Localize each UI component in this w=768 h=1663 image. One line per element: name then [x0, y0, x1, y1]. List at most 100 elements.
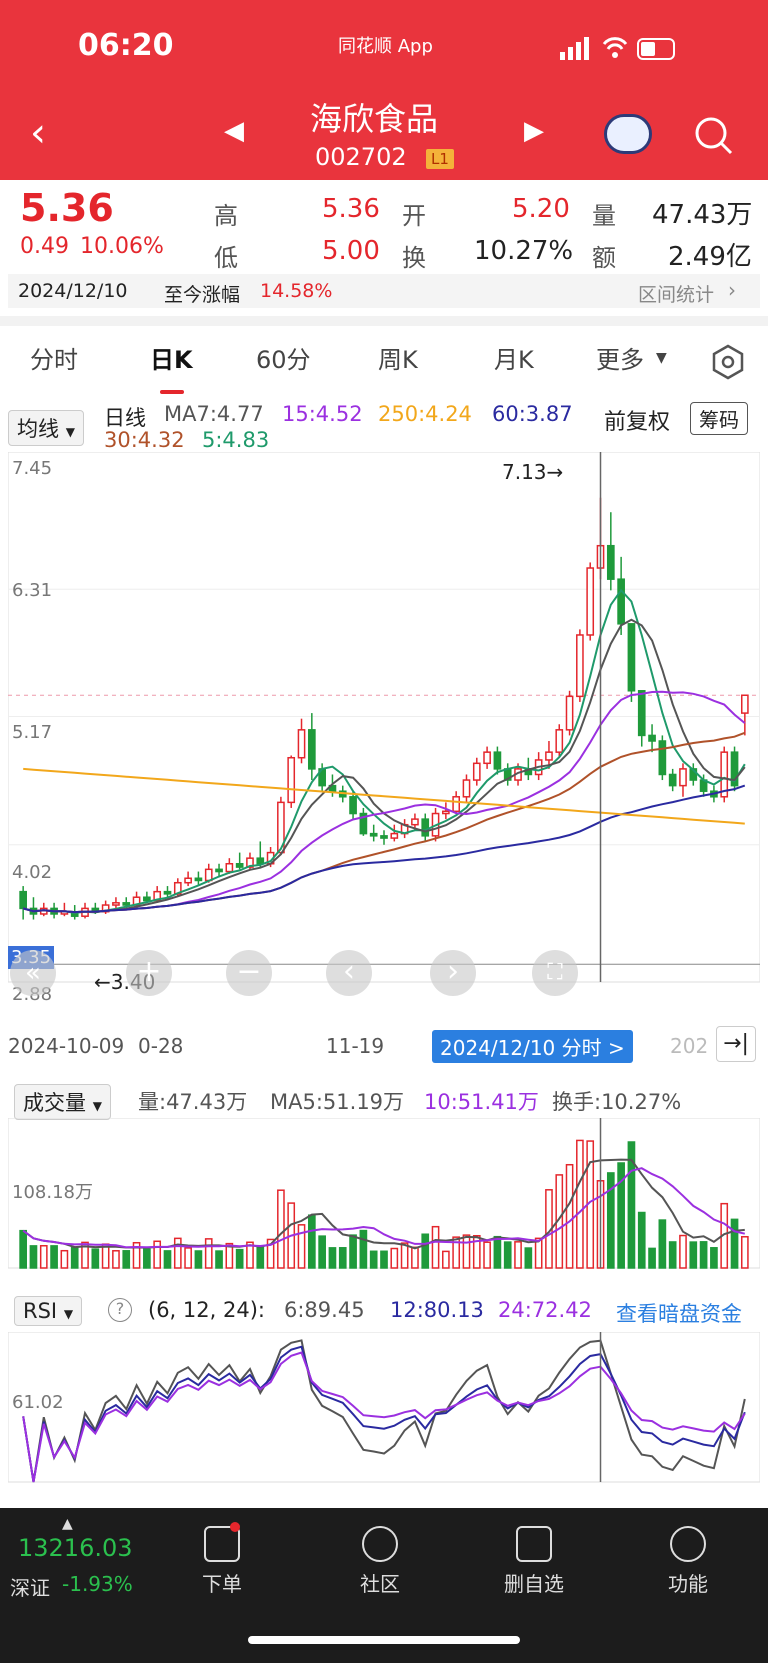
price-change-pct: 10.06%: [80, 234, 164, 259]
kline-chart[interactable]: [8, 452, 760, 1022]
fullscreen-button[interactable]: ⛶: [532, 950, 578, 996]
rsi-selector-label: RSI: [23, 1299, 58, 1323]
nav-community[interactable]: 社区: [340, 1526, 420, 1597]
robot-assistant-icon[interactable]: [604, 114, 652, 154]
turnover-label: 换: [402, 244, 426, 272]
candle-body: [235, 863, 244, 868]
candle-body: [297, 729, 306, 759]
candle-body: [194, 877, 203, 882]
date-pill[interactable]: 2024/12/10 分时 >: [432, 1030, 633, 1063]
volume-bar: [648, 1247, 656, 1269]
chip-button[interactable]: 筹码: [690, 402, 748, 435]
nav-order[interactable]: 下单: [182, 1526, 262, 1597]
rsi-axis-label: 61.02: [12, 1392, 64, 1413]
candle-body: [545, 751, 553, 761]
tab-monthly[interactable]: 月K: [494, 340, 534, 375]
next-button[interactable]: ›: [430, 950, 476, 996]
high-marker: 7.13→: [502, 460, 564, 484]
help-icon[interactable]: ?: [108, 1298, 132, 1322]
price-tick-1: 6.31: [12, 580, 53, 601]
quote-date: 2024/12/10: [18, 280, 128, 302]
chevron-right-icon: ›: [728, 278, 736, 302]
volume-bar: [50, 1245, 58, 1269]
ma250-label: 250:4.24: [378, 402, 472, 426]
ma250-line: [23, 767, 745, 825]
ma15-label: 15:4.52: [282, 402, 363, 426]
candle-body: [442, 810, 450, 815]
candle-body: [462, 779, 471, 798]
tab-more[interactable]: 更多: [596, 340, 644, 375]
tab-60min[interactable]: 60分: [256, 340, 311, 375]
candle-body: [606, 544, 615, 580]
tab-daily[interactable]: 日K: [150, 340, 193, 375]
volume-bar: [514, 1241, 522, 1269]
volume-bar: [710, 1247, 718, 1269]
volume-bar: [307, 1214, 316, 1269]
back-icon[interactable]: ‹: [30, 110, 46, 156]
tab-intraday[interactable]: 分时: [30, 340, 78, 375]
next-stock-icon[interactable]: ▶: [524, 116, 544, 146]
turnover-rate-label: 换手:10.27%: [552, 1090, 682, 1114]
candle-body: [637, 690, 646, 737]
rsi-selector[interactable]: RSI ▼: [14, 1296, 83, 1326]
volume-bar: [359, 1229, 368, 1269]
volume-chart[interactable]: [8, 1118, 760, 1274]
search-icon[interactable]: [694, 116, 734, 160]
nav-remove-watchlist[interactable]: 删自选: [494, 1526, 574, 1597]
candle-body: [19, 890, 27, 910]
range-stats-link[interactable]: 区间统计: [638, 280, 714, 307]
divider: [0, 316, 768, 326]
rsi12-label: 12:80.13: [390, 1298, 484, 1322]
zoom-out-button[interactable]: −: [226, 950, 272, 996]
candle-body: [586, 567, 595, 636]
stock-code: 002702: [315, 143, 407, 171]
ma15-line: [22, 690, 746, 914]
volume-bar: [668, 1241, 677, 1269]
scroll-left-button[interactable]: «: [10, 950, 56, 996]
volume-ma10-line: [22, 1167, 746, 1249]
candle-body: [421, 818, 430, 837]
zoom-in-button[interactable]: +: [126, 950, 172, 996]
settings-hexagon-icon[interactable]: [710, 344, 746, 384]
dark-pool-link[interactable]: 查看暗盘资金: [616, 1298, 742, 1328]
amount-label: 额: [592, 244, 616, 272]
tab-weekly[interactable]: 周K: [378, 340, 418, 375]
rsi-chart[interactable]: [8, 1332, 760, 1484]
low-value: 5.00: [322, 236, 380, 266]
amount-value: 2.49亿: [668, 242, 752, 272]
candle-body: [658, 740, 667, 776]
ma30-label: 30:4.32: [104, 428, 185, 452]
candle-body: [380, 835, 388, 839]
volume-bar: [338, 1247, 347, 1269]
ma7-label: MA7:4.77: [164, 402, 264, 426]
adjust-label[interactable]: 前复权: [604, 404, 670, 436]
rsi24-label: 24:72.42: [498, 1298, 592, 1322]
volume-bar: [689, 1241, 698, 1269]
menu-icon: [670, 1526, 706, 1562]
volume-bar: [215, 1250, 223, 1269]
volume-bar: [235, 1248, 244, 1269]
ma-selector[interactable]: 均线 ▼: [8, 410, 84, 446]
volume-bar: [112, 1250, 120, 1269]
candle-body: [184, 877, 192, 884]
volume-bar: [349, 1234, 357, 1269]
prev-stock-icon[interactable]: ◀: [224, 116, 244, 146]
candle-body: [493, 751, 502, 770]
candle-body: [627, 623, 636, 692]
remove-watchlist-icon: [516, 1526, 552, 1562]
candle-body: [472, 762, 481, 781]
prev-button[interactable]: ‹: [326, 950, 372, 996]
volume-bar: [163, 1250, 172, 1269]
volume-bar: [565, 1163, 574, 1269]
since-value: 14.58%: [260, 280, 333, 302]
candle-body: [617, 578, 625, 625]
nav-functions[interactable]: 功能: [648, 1526, 728, 1597]
jump-latest-icon[interactable]: →|: [716, 1026, 756, 1062]
volume-selector[interactable]: 成交量 ▼: [14, 1084, 111, 1120]
volume-bar: [277, 1189, 285, 1269]
volume-bar: [380, 1250, 388, 1269]
rsi24-line: [22, 1351, 746, 1483]
volume-bar: [699, 1241, 708, 1269]
date-tick-2: 11-19: [326, 1034, 385, 1058]
index-value[interactable]: 13216.03: [18, 1534, 133, 1562]
